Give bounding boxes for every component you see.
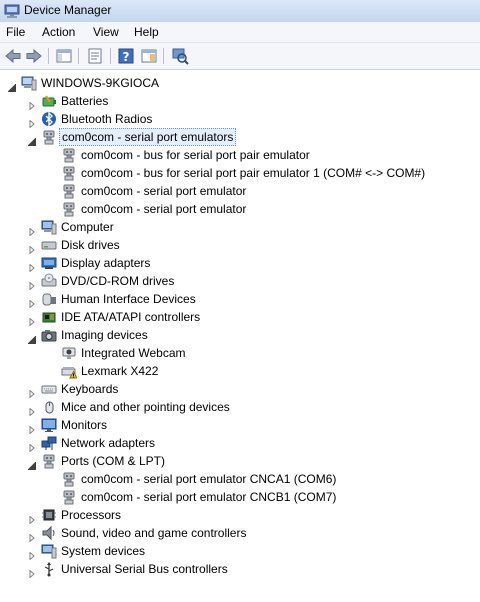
scanner-warning-icon xyxy=(61,363,78,379)
show-hide-console-tree-icon[interactable] xyxy=(55,47,73,65)
expand-arrow-icon[interactable] xyxy=(28,511,36,525)
toolbar-separator xyxy=(110,48,111,64)
serial-port-icon xyxy=(61,471,77,487)
computer-icon xyxy=(41,219,57,235)
expand-arrow-icon[interactable] xyxy=(28,241,36,255)
webcam-icon xyxy=(61,345,77,361)
collapse-arrow-icon[interactable] xyxy=(27,457,36,470)
sound-icon xyxy=(41,525,57,541)
tree-item-label: Human Interface Devices xyxy=(61,292,196,306)
svg-text:?: ? xyxy=(123,50,130,64)
menu-view[interactable]: View xyxy=(93,25,119,39)
tree-item-label: Lexmark X422 xyxy=(81,364,159,378)
expand-arrow-icon[interactable] xyxy=(28,547,36,561)
network-adapter-icon xyxy=(41,435,57,451)
serial-port-icon xyxy=(61,489,77,505)
toolbar-separator xyxy=(78,48,79,64)
window-title: Device Manager xyxy=(24,3,112,17)
tree-item-label: Mice and other pointing devices xyxy=(61,400,230,414)
tree-item-label: Network adapters xyxy=(61,436,156,450)
expand-arrow-icon[interactable] xyxy=(28,421,36,435)
serial-port-icon xyxy=(41,129,57,145)
tree-item-label: com0com - bus for serial port pair emula… xyxy=(81,166,426,180)
tree-item-label: Sound, video and game controllers xyxy=(61,526,247,540)
tree-item-label: DVD/CD-ROM drives xyxy=(61,274,175,288)
menu-file[interactable]: File xyxy=(6,25,25,39)
expand-arrow-icon[interactable] xyxy=(28,529,36,543)
collapse-arrow-icon[interactable] xyxy=(27,331,36,344)
processor-icon xyxy=(41,507,57,523)
device-tree[interactable]: WINDOWS-9KGIOCA Batteries Bluetooth Radios… xyxy=(0,70,480,602)
tree-item-label: System devices xyxy=(61,544,146,558)
expand-arrow-icon[interactable] xyxy=(28,313,36,327)
battery-icon xyxy=(41,93,57,109)
hid-icon xyxy=(41,291,57,307)
tree-item-label: Batteries xyxy=(61,94,109,108)
computer-root-icon xyxy=(21,75,37,91)
collapse-arrow-icon[interactable] xyxy=(27,133,36,146)
tree-item-label: Bluetooth Radios xyxy=(61,112,153,126)
serial-port-icon xyxy=(61,201,77,217)
expand-arrow-icon[interactable] xyxy=(28,223,36,237)
serial-port-icon xyxy=(61,165,77,181)
port-icon xyxy=(41,453,57,469)
expand-arrow-icon[interactable] xyxy=(28,565,36,579)
tree-item-label: WINDOWS-9KGIOCA xyxy=(41,76,160,90)
tree-item-label: com0com - serial port emulator CNCB1 (CO… xyxy=(81,490,337,504)
tree-item-label: Disk drives xyxy=(61,238,120,252)
serial-port-icon xyxy=(61,183,77,199)
action-pane-icon[interactable] xyxy=(140,47,158,65)
menu-bar: File Action View Help xyxy=(0,22,480,43)
disk-drive-icon xyxy=(41,237,57,253)
monitor-icon xyxy=(41,417,57,433)
tree-item-label: Integrated Webcam xyxy=(81,346,186,360)
properties-icon[interactable] xyxy=(86,47,104,65)
menu-action[interactable]: Action xyxy=(42,25,75,39)
expand-arrow-icon[interactable] xyxy=(28,115,36,129)
camera-icon xyxy=(41,327,57,343)
toolbar-separator xyxy=(163,48,164,64)
tree-item-label: Universal Serial Bus controllers xyxy=(61,562,228,576)
serial-port-icon xyxy=(61,147,77,163)
forward-icon[interactable] xyxy=(25,47,43,65)
back-icon[interactable] xyxy=(4,47,22,65)
toolbar: ? xyxy=(0,43,480,70)
expand-arrow-icon[interactable] xyxy=(28,97,36,111)
expand-arrow-icon[interactable] xyxy=(28,403,36,417)
tree-item-label: Display adapters xyxy=(61,256,151,270)
scan-hardware-changes-icon[interactable] xyxy=(171,47,189,65)
title-bar: Device Manager xyxy=(0,0,480,23)
help-icon[interactable]: ? xyxy=(117,47,135,65)
expand-arrow-icon[interactable] xyxy=(28,277,36,291)
toolbar-separator xyxy=(48,48,49,64)
dvd-drive-icon xyxy=(41,273,57,289)
tree-item-label: Imaging devices xyxy=(61,328,148,342)
tree-item-label: com0com - serial port emulator CNCA1 (CO… xyxy=(81,472,337,486)
tree-item-label: Computer xyxy=(61,220,114,234)
tree-item-label: Keyboards xyxy=(61,382,119,396)
device-manager-icon xyxy=(4,3,20,19)
ide-controller-icon xyxy=(41,309,57,325)
tree-item-label: com0com - serial port emulator xyxy=(81,184,247,198)
tree-item-label: Processors xyxy=(61,508,122,522)
expand-arrow-icon[interactable] xyxy=(28,295,36,309)
tree-item-label: com0com - bus for serial port pair emula… xyxy=(81,148,310,162)
usb-icon xyxy=(41,561,57,577)
keyboard-icon xyxy=(41,381,57,397)
tree-item-label: com0com - serial port emulators xyxy=(59,128,237,146)
system-device-icon xyxy=(41,543,57,559)
tree-item-label: Ports (COM & LPT) xyxy=(61,454,166,468)
expand-arrow-icon[interactable] xyxy=(28,439,36,453)
bluetooth-icon xyxy=(41,111,57,127)
mouse-icon xyxy=(41,399,57,415)
expand-arrow-icon[interactable] xyxy=(28,385,36,399)
collapse-arrow-icon[interactable] xyxy=(7,79,16,92)
menu-help[interactable]: Help xyxy=(134,25,159,39)
tree-item-label: Monitors xyxy=(61,418,108,432)
expand-arrow-icon[interactable] xyxy=(28,259,36,273)
display-adapter-icon xyxy=(41,255,57,271)
tree-item-label: IDE ATA/ATAPI controllers xyxy=(61,310,201,324)
tree-item-label: com0com - serial port emulator xyxy=(81,202,247,216)
